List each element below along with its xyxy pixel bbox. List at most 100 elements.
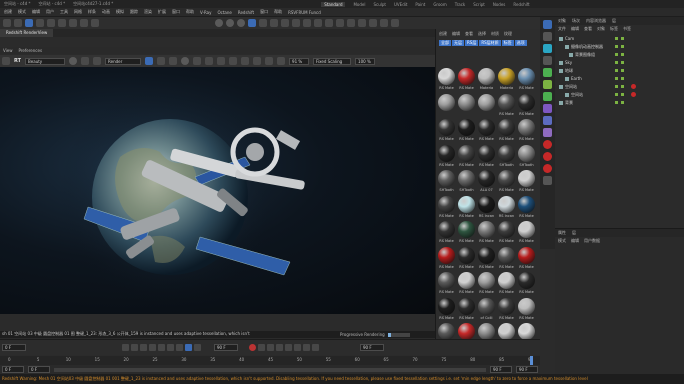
material-swatch[interactable]: RS Mate [457,271,476,297]
object-menu-item[interactable]: 文件 [558,26,566,32]
material-swatch[interactable] [457,93,476,119]
end-frame-field[interactable]: 90 F [360,343,384,351]
material-swatch[interactable]: RS Mate [477,271,496,297]
menu-item[interactable]: 样条 [88,9,96,15]
color-icon[interactable] [69,57,78,65]
material-filter-button[interactable]: 全部 [439,40,451,46]
render-check-icon[interactable] [621,45,624,48]
material-swatch[interactable]: RS Mate [517,297,536,323]
menu-item[interactable]: 帮助 [186,9,194,15]
object-tab[interactable]: 层 [612,18,616,24]
material-swatch[interactable]: RS Mate [497,220,516,246]
range-min-field[interactable]: 0 F [28,366,50,373]
move-tool-icon[interactable] [36,19,44,27]
material-swatch[interactable]: RS Mate [437,220,456,246]
field-icon[interactable] [543,104,552,113]
grid-icon[interactable] [145,57,154,65]
redshift-object-icon[interactable] [543,164,552,173]
material-swatch[interactable]: RS Mate [457,246,476,272]
material-swatch[interactable]: RS Mate [457,144,476,170]
menu-item[interactable]: Octane [217,10,231,15]
material-swatch[interactable]: RS Mate [517,118,536,144]
layout-tab[interactable]: Script [473,2,485,7]
fit-mode-select[interactable]: Fixed Scaling [313,57,352,65]
material-swatch[interactable] [457,322,476,339]
visibility-check-icon[interactable] [615,77,618,80]
menu-item[interactable]: 窗口 [172,9,180,15]
object-menu-item[interactable]: 书签 [623,26,631,32]
prev-frame-icon[interactable] [140,343,147,351]
object-row[interactable]: 地球 [555,67,684,74]
axis-y-icon[interactable] [80,19,88,27]
next-frame-icon[interactable] [158,343,165,351]
material-swatch[interactable]: RS Mate [457,297,476,323]
object-row[interactable]: 摄像机动画控制器 [555,43,684,50]
cube-icon[interactable] [543,20,552,29]
material-swatch[interactable] [497,322,516,339]
record-key-icon[interactable] [249,343,256,351]
menu-item[interactable]: 窗口 [260,9,268,15]
material-swatch[interactable]: ALA 07 [477,169,496,195]
object-row[interactable]: 背景图像组 [555,51,684,58]
layout-tab[interactable]: Model [353,2,365,7]
material-swatch[interactable]: RS Mate [457,220,476,246]
doc-tab[interactable]: 空间站 - c4d * [39,1,66,7]
light-icon[interactable] [325,19,333,27]
material-swatch[interactable]: RS Mate [457,195,476,221]
material-swatch[interactable]: SHTooth [437,169,456,195]
key-param-icon[interactable] [303,343,310,351]
expand-icon[interactable] [265,57,274,65]
scale-tool-icon[interactable] [47,19,55,27]
material-menu-item[interactable]: 纹理 [504,31,512,37]
save-icon[interactable] [253,57,262,65]
render-viewport[interactable] [0,67,435,314]
material-tag-icon[interactable] [631,92,636,97]
material-swatch[interactable]: RS Mate [517,220,536,246]
material-swatch[interactable]: RS Mate [437,118,456,144]
camera-icon[interactable] [543,128,552,137]
menu-item[interactable]: 动画 [102,9,110,15]
material-swatch[interactable] [437,93,456,119]
channel-icon[interactable] [277,57,286,65]
layout-tab[interactable]: Redshift [513,2,529,7]
material-swatch[interactable]: RS Mate [437,271,456,297]
doc-tab[interactable]: 空间站c4d27-1.c4d * [73,1,113,7]
attribute-tab[interactable]: 层 [572,230,576,236]
material-swatch[interactable]: RS Incan [477,195,496,221]
object-tab[interactable]: 对象 [558,18,566,24]
object-row[interactable]: 空间站 [555,91,684,98]
snapshot-icon[interactable] [81,57,90,65]
render-check-icon[interactable] [621,53,624,56]
visibility-check-icon[interactable] [615,101,618,104]
render-settings-icon[interactable] [237,19,245,27]
loop-icon[interactable] [185,343,192,351]
menu-item[interactable]: 模拟 [116,9,124,15]
generator-icon[interactable] [543,68,552,77]
material-filter-button[interactable]: RS层 [465,40,479,46]
deformer-icon[interactable] [292,19,300,27]
attribute-menu-item[interactable]: 用户数据 [584,238,600,244]
mesh-icon[interactable] [157,57,166,65]
object-row[interactable]: Earth [555,75,684,82]
axis-x-icon[interactable] [69,19,77,27]
layout-tab[interactable]: Nodes [493,2,506,7]
record-icon[interactable] [181,57,190,65]
key-pos-icon[interactable] [276,343,283,351]
layout-tab[interactable]: UVEdit [394,2,407,7]
material-menu-item[interactable]: 材质 [491,31,499,37]
range-slider[interactable] [54,367,486,372]
playhead[interactable] [530,356,533,365]
menu-preferences[interactable]: Preferences [19,48,43,53]
zoom-select[interactable]: 91 % [289,57,310,65]
menu-item[interactable]: 编辑 [32,9,40,15]
brush-icon[interactable] [391,19,399,27]
material-menu-item[interactable]: 查看 [465,31,473,37]
material-swatch[interactable]: RS Mate [497,271,516,297]
material-swatch[interactable]: RS Mate [517,169,536,195]
material-swatch[interactable]: RS Mate [517,67,536,93]
render-view-icon[interactable] [215,19,223,27]
material-swatch[interactable]: RS Mate [497,118,516,144]
visibility-check-icon[interactable] [615,45,618,48]
menu-item[interactable]: 网格 [74,9,82,15]
key-scale-icon[interactable] [294,343,301,351]
